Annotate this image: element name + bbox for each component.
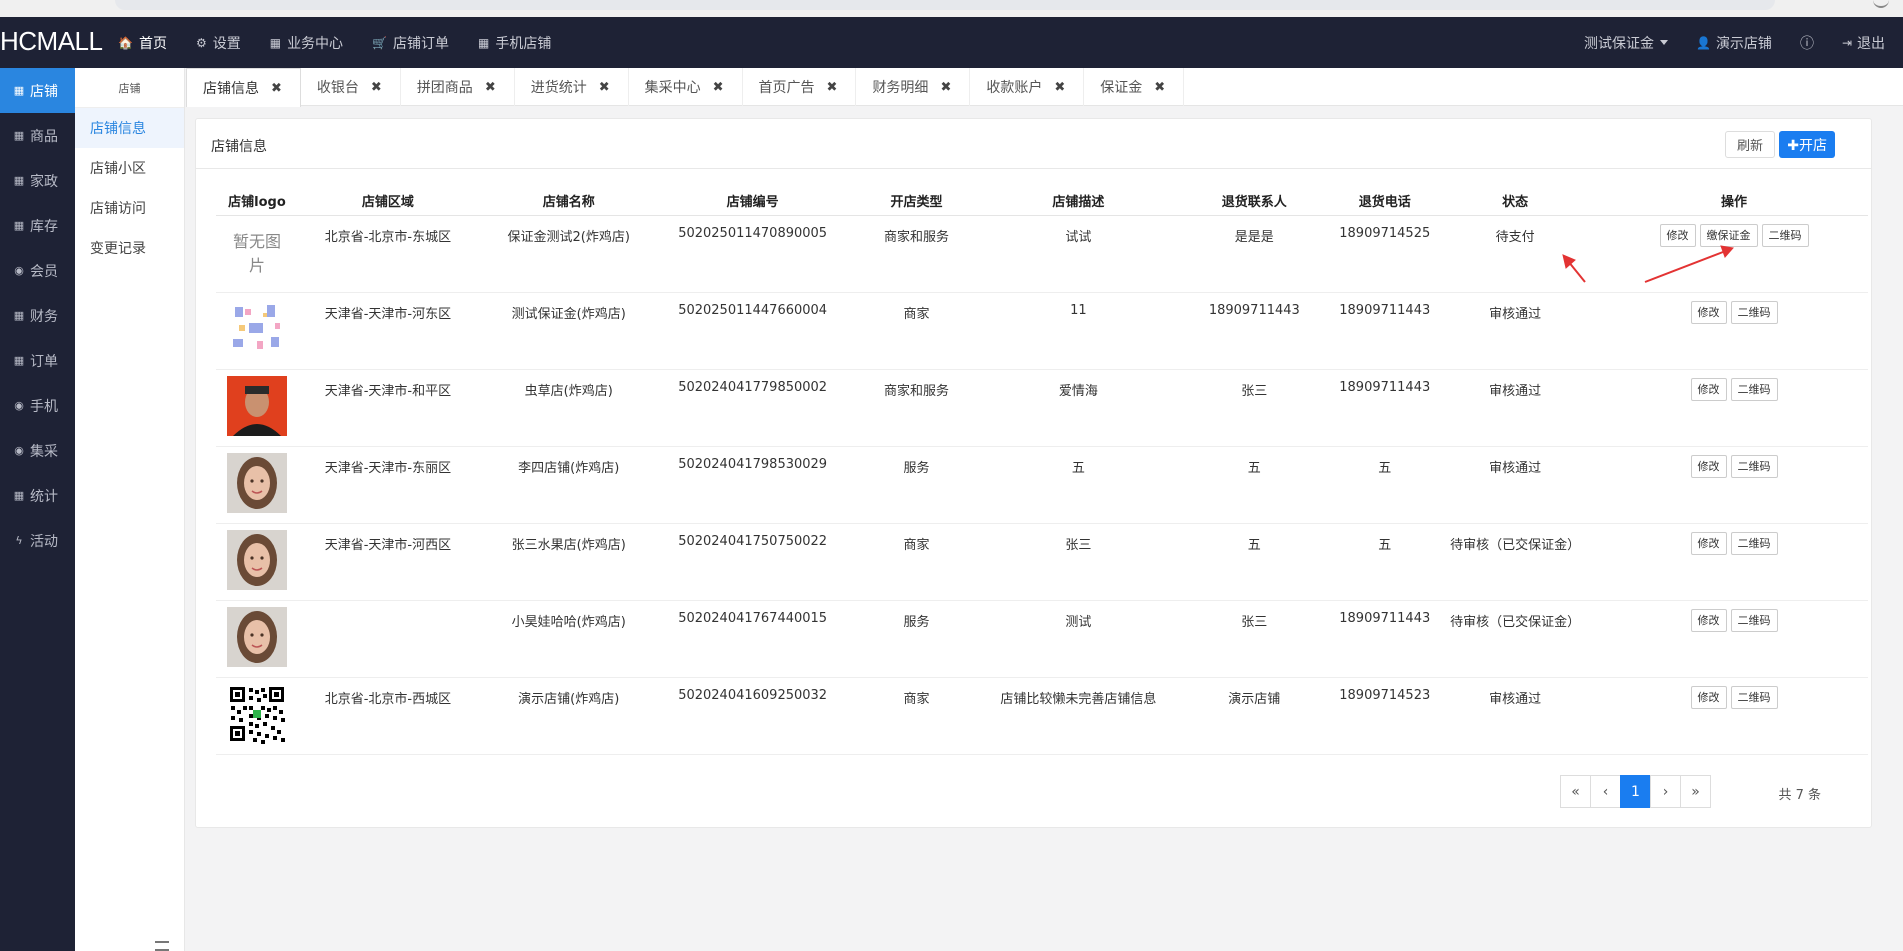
annotation-arrows (1562, 245, 1734, 283)
arrow-to-deposit (1644, 251, 1724, 283)
arrow-to-deposit-head (1720, 245, 1734, 258)
